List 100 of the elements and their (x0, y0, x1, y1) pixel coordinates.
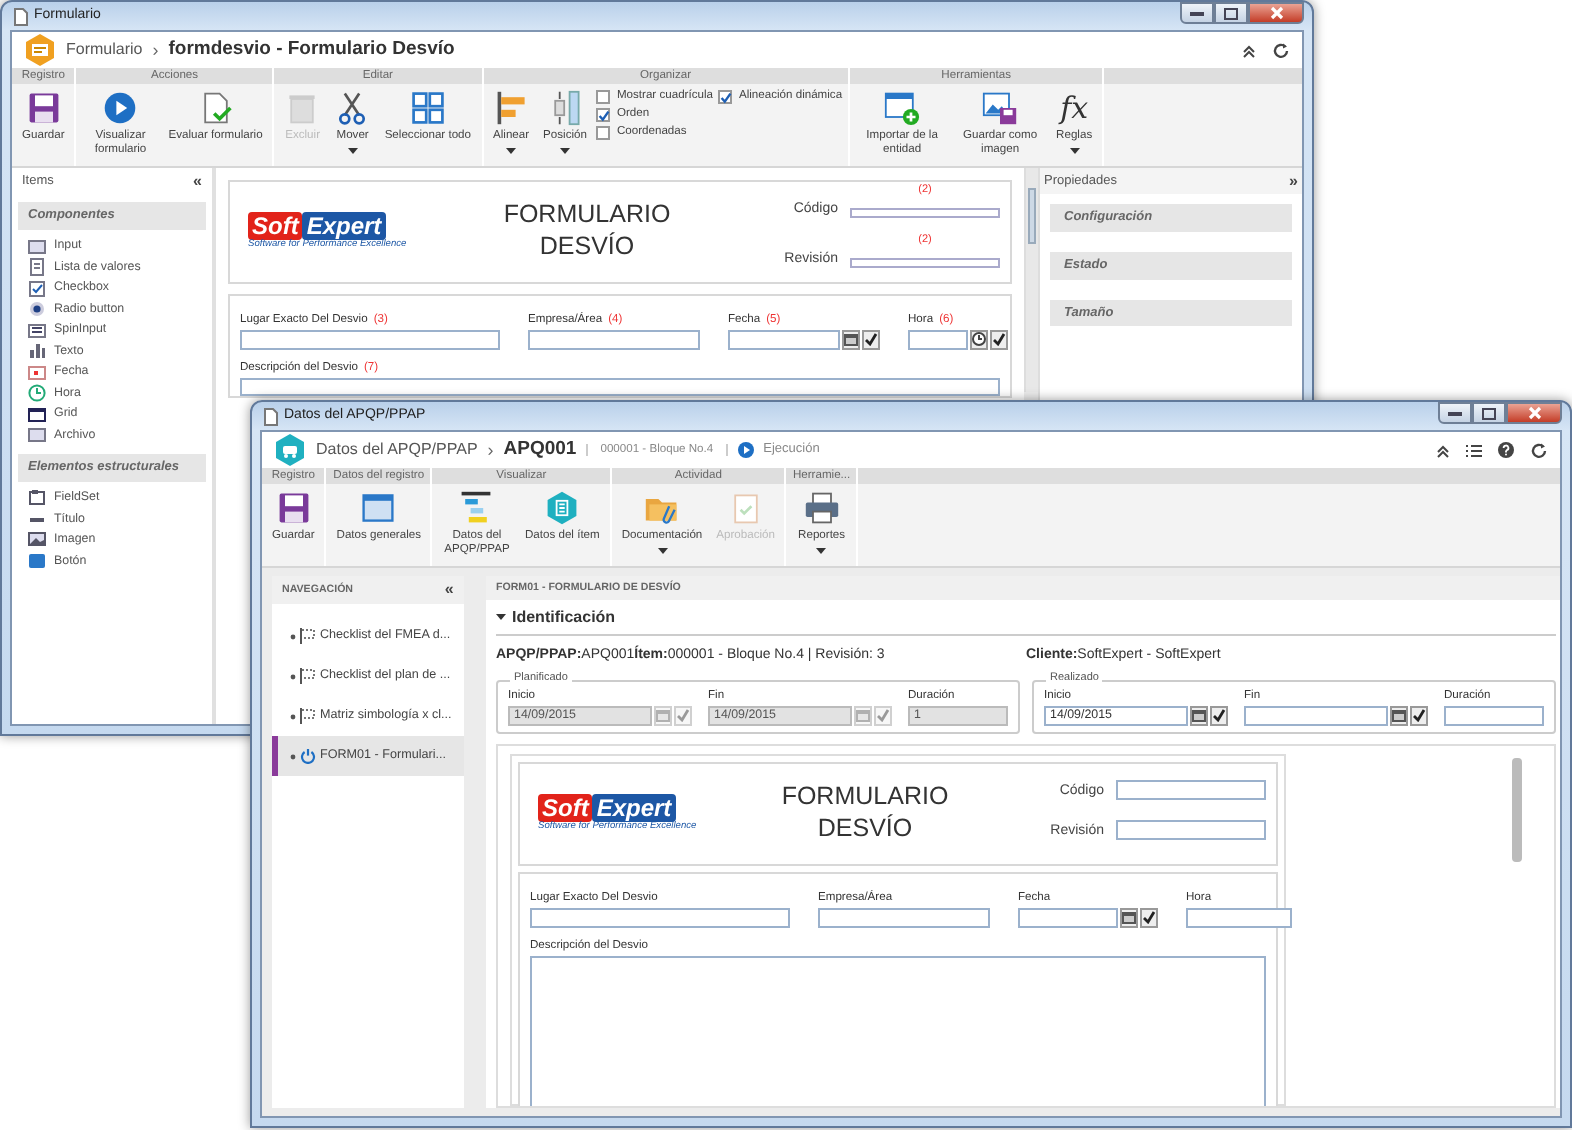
trash-icon (284, 90, 321, 126)
check-icon (1212, 708, 1226, 723)
calendar-button[interactable] (1120, 907, 1138, 928)
input-field[interactable] (1018, 907, 1118, 928)
calendar-icon (856, 709, 870, 722)
confirm-button[interactable] (1140, 907, 1158, 928)
breadcrumb-link[interactable]: Formulario (66, 40, 143, 60)
calendar-icon (656, 709, 670, 722)
flag-icon (300, 708, 316, 724)
input-field[interactable] (1116, 779, 1266, 800)
radio-icon (28, 300, 46, 319)
calendar-button[interactable] (1390, 705, 1408, 726)
page-title: APQ001 (503, 438, 577, 462)
calendar-button[interactable] (1190, 705, 1208, 726)
button-icon (28, 551, 46, 570)
minimize-button[interactable] (1180, 2, 1214, 24)
check-icon (676, 708, 690, 723)
input-field[interactable] (528, 329, 700, 350)
confirm-button[interactable] (990, 329, 1008, 350)
section-header[interactable]: Identificación (496, 608, 1556, 636)
spin-icon (28, 321, 46, 340)
check-icon (864, 332, 878, 347)
flag-icon (300, 668, 316, 684)
checkbox[interactable] (596, 108, 611, 122)
calendar-icon (1392, 709, 1406, 722)
form-title: FORMULARIO DESVÍO (779, 782, 951, 846)
input-field[interactable] (818, 907, 990, 928)
collapse-button[interactable]: « (444, 580, 454, 600)
caret-icon (506, 147, 517, 154)
checkbox[interactable] (596, 90, 611, 104)
scrollbar[interactable] (1024, 168, 1038, 392)
check-icon (992, 332, 1006, 347)
refresh-icon[interactable] (1272, 41, 1290, 59)
help-icon[interactable] (1498, 442, 1514, 458)
calendar-icon (844, 333, 858, 346)
maximize-icon (1224, 7, 1238, 19)
expand-button[interactable]: » (1289, 171, 1298, 191)
bullet-icon (290, 673, 296, 679)
hexagon-icon (544, 490, 581, 526)
fieldset-icon (28, 488, 46, 507)
calendar-button[interactable] (842, 329, 860, 350)
text-area[interactable] (240, 377, 1000, 396)
maximize-button[interactable] (1214, 2, 1248, 24)
checkbox[interactable] (596, 126, 611, 140)
scissors-icon (334, 90, 371, 126)
check-icon (876, 708, 890, 723)
caret-down-icon (496, 612, 506, 623)
input-field[interactable] (240, 329, 500, 350)
input-field[interactable] (850, 208, 1000, 218)
caret-icon (560, 147, 570, 154)
list-icon (28, 258, 46, 277)
window-icon (360, 490, 397, 526)
maximize-icon (1482, 407, 1496, 419)
table-add-icon (884, 90, 921, 126)
gantt-chart-icon (458, 490, 495, 526)
close-icon (1527, 406, 1541, 420)
confirm-button[interactable] (862, 329, 880, 350)
image-save-icon (982, 90, 1019, 126)
minimize-icon (1448, 410, 1462, 416)
logo-text: Expert (592, 794, 676, 823)
logo-text: Soft (538, 794, 593, 823)
document-icon (264, 407, 278, 425)
close-icon (1269, 6, 1283, 20)
confirm-button[interactable] (1210, 705, 1228, 726)
save-icon (275, 490, 312, 526)
input-field[interactable] (1244, 705, 1388, 726)
refresh-icon[interactable] (1530, 441, 1548, 459)
close-button[interactable] (1248, 2, 1304, 24)
bullet-icon (290, 753, 296, 759)
clock-button[interactable] (970, 329, 988, 350)
collapse-icon[interactable] (1436, 443, 1450, 457)
caret-icon (816, 547, 827, 554)
check-icon (1412, 708, 1426, 723)
caret-icon (347, 147, 358, 154)
bullet-icon (290, 713, 296, 719)
align-left-icon (493, 90, 530, 126)
minimize-button[interactable] (1438, 402, 1472, 424)
input-field[interactable] (1186, 907, 1292, 928)
input-field[interactable] (850, 257, 1000, 268)
text-icon (28, 342, 46, 361)
form-title: FORMULARIO DESVÍO (501, 200, 673, 264)
date-icon (28, 363, 46, 382)
input-field[interactable] (530, 907, 790, 928)
check-icon (719, 91, 732, 103)
collapse-icon[interactable] (1242, 43, 1256, 57)
input-field[interactable] (728, 329, 840, 350)
page-title: formdesvio - Formulario Desvío (168, 38, 455, 62)
checkbox[interactable] (718, 90, 733, 104)
list-icon[interactable] (1466, 443, 1482, 457)
input-field[interactable] (1116, 819, 1266, 840)
input-field[interactable] (908, 329, 968, 350)
close-button[interactable] (1506, 402, 1562, 424)
breadcrumb-link[interactable]: Datos del APQP/PPAP (316, 440, 478, 460)
input-field[interactable] (1444, 705, 1544, 726)
minimize-icon (1190, 10, 1204, 16)
collapse-button[interactable]: « (193, 171, 202, 191)
image-icon (28, 530, 46, 549)
confirm-button[interactable] (1410, 705, 1428, 726)
maximize-button[interactable] (1472, 402, 1506, 424)
clock-icon (28, 384, 46, 403)
